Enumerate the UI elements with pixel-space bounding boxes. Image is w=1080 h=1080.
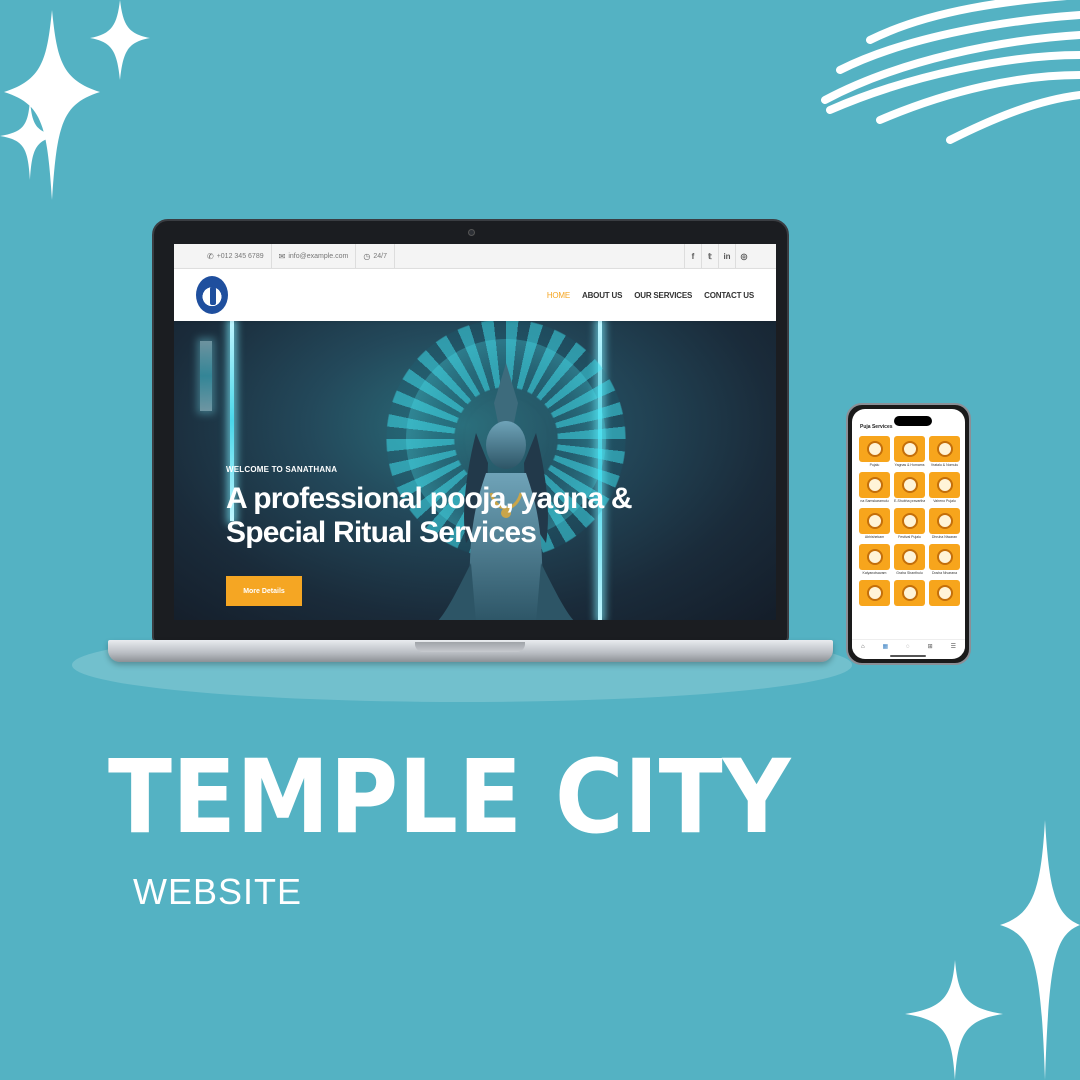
hero-text: WELCOME TO SANATHANA A professional pooj… <box>226 465 696 550</box>
service-tile[interactable] <box>859 580 890 606</box>
service-tile[interactable] <box>894 580 925 606</box>
menu-icon[interactable]: ☰ <box>951 643 956 650</box>
home-indicator <box>890 655 926 657</box>
site-logo[interactable] <box>196 276 228 314</box>
nav-about[interactable]: ABOUT US <box>582 291 622 300</box>
service-tile[interactable]: Dhruha Niwaran <box>929 508 960 541</box>
service-tile[interactable]: Vratalu & Nomulu <box>929 436 960 469</box>
email-info: ✉ info@example.com <box>272 244 357 268</box>
linkedin-icon[interactable]: in <box>718 244 735 268</box>
nav-contact[interactable]: CONTACT US <box>704 291 754 300</box>
cart-icon[interactable]: ⊞ <box>928 643 933 650</box>
scribble-decoration <box>821 0 1080 144</box>
nav-links: HOME ABOUT US OUR SERVICES CONTACT US <box>547 291 754 300</box>
camera-icon <box>468 229 475 236</box>
service-tile[interactable]: Dosha Nivarana <box>929 544 960 577</box>
navbar: HOME ABOUT US OUR SERVICES CONTACT US <box>174 269 776 321</box>
headline: TEMPLE CITY <box>108 738 791 857</box>
service-tile[interactable]: Kalyanotsavam <box>859 544 890 577</box>
instagram-icon[interactable]: ◎ <box>735 244 752 268</box>
service-grid: Pujalu Yagnas & Homams Vratalu & Nomulu … <box>859 436 960 606</box>
lightning-decoration <box>200 341 212 411</box>
laptop: ✆ +012 345 6789 ✉ info@example.com ◷ 24/… <box>152 219 789 643</box>
hero-banner: WELCOME TO SANATHANA A professional pooj… <box>174 321 776 620</box>
home-icon[interactable]: ⌂ <box>861 644 865 650</box>
service-tile[interactable]: na Samskaramulu <box>859 472 890 505</box>
social-links: f 𝕥 in ◎ <box>684 244 752 268</box>
app-tabbar: ⌂ ▦ ◌ ⊞ ☰ <box>852 639 965 653</box>
service-tile[interactable]: Pujalu <box>859 436 890 469</box>
clock-icon: ◷ <box>363 251 371 261</box>
service-tile[interactable]: Graha Shanthulu <box>894 544 925 577</box>
sparkle-icon <box>905 820 1080 1080</box>
service-tile[interactable]: E-Shubha pravarthan <box>894 472 925 505</box>
nav-home[interactable]: HOME <box>547 291 570 300</box>
phone-info: ✆ +012 345 6789 <box>200 244 272 268</box>
service-tile[interactable]: Vaheno Pujalu <box>929 472 960 505</box>
service-tile[interactable]: Festival Pujalu <box>894 508 925 541</box>
chat-icon[interactable]: ◌ <box>906 644 910 650</box>
twitter-icon[interactable]: 𝕥 <box>701 244 718 268</box>
category-icon[interactable]: ▦ <box>883 643 889 650</box>
app-screen: Puja Services Pujalu Yagnas & Homams Vra… <box>852 409 965 659</box>
phone-icon: ✆ <box>207 251 214 261</box>
sparkle-icon <box>0 0 150 200</box>
service-tile[interactable] <box>929 580 960 606</box>
laptop-notch <box>415 642 525 652</box>
service-tile[interactable]: Yagnas & Homams <box>894 436 925 469</box>
phone: Puja Services Pujalu Yagnas & Homams Vra… <box>846 403 971 665</box>
website-screen: ✆ +012 345 6789 ✉ info@example.com ◷ 24/… <box>174 244 776 620</box>
service-tile[interactable]: Abhishekam <box>859 508 890 541</box>
hero-kicker: WELCOME TO SANATHANA <box>226 465 338 474</box>
app-title: Puja Services <box>860 424 893 430</box>
hero-title: A professional pooja, yagna & Special Ri… <box>226 482 633 549</box>
dynamic-island <box>894 416 932 426</box>
info-bar: ✆ +012 345 6789 ✉ info@example.com ◷ 24/… <box>174 244 776 269</box>
hours-info: ◷ 24/7 <box>356 244 395 268</box>
subline: WEBSITE <box>133 871 303 912</box>
more-details-button[interactable]: More Details <box>226 576 302 606</box>
mail-icon: ✉ <box>278 251 286 261</box>
facebook-icon[interactable]: f <box>684 244 701 268</box>
nav-services[interactable]: OUR SERVICES <box>634 291 692 300</box>
